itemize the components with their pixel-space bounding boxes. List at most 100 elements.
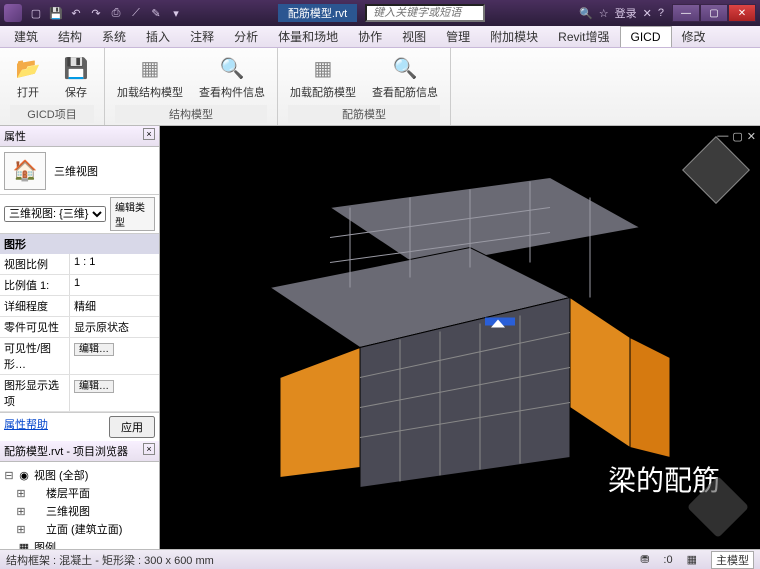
subscription-icon[interactable]: ☆ xyxy=(599,7,609,20)
browser-title: 配筋模型.rvt - 项目浏览器 xyxy=(4,443,128,459)
properties-help-link[interactable]: 属性帮助 xyxy=(4,416,48,438)
ribbon-label: 查看构件信息 xyxy=(199,84,265,100)
tree-label: 楼层平面 xyxy=(46,485,90,501)
ribbon-label: 查看配筋信息 xyxy=(372,84,438,100)
status-selection: 结构框架 : 混凝土 - 矩形梁 : 300 x 600 mm xyxy=(6,552,214,568)
prop-value[interactable]: 显示原状态 xyxy=(70,317,159,337)
properties-preview[interactable]: 🏠 三维视图 xyxy=(0,147,159,195)
qat-print-icon[interactable]: ⎙ xyxy=(108,5,124,21)
ribbon-icon: ▦ xyxy=(134,54,166,82)
tab-modify[interactable]: 修改 xyxy=(672,25,716,48)
qat-undo-icon[interactable]: ↶ xyxy=(68,5,84,21)
tree-twisty-icon[interactable]: ⊞ xyxy=(16,505,26,518)
tree-item[interactable]: ⊞立面 (建筑立面) xyxy=(4,520,155,538)
login-link[interactable]: 登录 xyxy=(615,5,637,21)
prop-value[interactable]: 精细 xyxy=(70,296,159,316)
status-model-selector[interactable]: 主模型 xyxy=(711,551,754,569)
property-row[interactable]: 可见性/图形…编辑… xyxy=(0,338,159,375)
prop-value[interactable]: 1 : 1 xyxy=(70,254,159,274)
property-row[interactable]: 图形显示选项编辑… xyxy=(0,375,159,412)
tab-structure[interactable]: 结构 xyxy=(48,25,92,48)
building-model[interactable] xyxy=(210,166,710,489)
prop-value[interactable]: 编辑… xyxy=(70,338,159,374)
qat-save-icon[interactable]: 💾 xyxy=(48,5,64,21)
vp-close-icon[interactable]: ✕ xyxy=(747,130,756,143)
qat-redo-icon[interactable]: ↷ xyxy=(88,5,104,21)
properties-title: 属性 xyxy=(4,128,26,144)
tab-collaborate[interactable]: 协作 xyxy=(348,25,392,48)
status-count: :0 xyxy=(663,554,672,566)
tree-label: 三维视图 xyxy=(46,503,90,519)
status-filter-icon[interactable]: ⛃ xyxy=(640,553,649,566)
prop-key: 比例值 1: xyxy=(0,275,70,295)
property-row[interactable]: 视图比例1 : 1 xyxy=(0,254,159,275)
prop-section-graphics: 图形 xyxy=(0,234,159,254)
ribbon-button[interactable]: 💾保存 xyxy=(58,52,94,102)
ribbon-group-label: 结构模型 xyxy=(115,105,267,123)
close-button[interactable]: ✕ xyxy=(728,4,756,22)
tree-twisty-icon[interactable]: ⊞ xyxy=(16,487,26,500)
browser-close-icon[interactable]: × xyxy=(143,443,155,455)
tree-twisty-icon[interactable]: ⊞ xyxy=(16,523,26,536)
prop-value[interactable]: 1 xyxy=(70,275,159,295)
apply-button[interactable]: 应用 xyxy=(109,416,155,438)
tab-gicd[interactable]: GICD xyxy=(620,26,672,47)
property-row[interactable]: 详细程度精细 xyxy=(0,296,159,317)
tab-view[interactable]: 视图 xyxy=(392,25,436,48)
tree-item[interactable]: ⊟◉视图 (全部) xyxy=(4,466,155,484)
search-go-icon[interactable]: 🔍 xyxy=(579,7,593,20)
ribbon-button[interactable]: 🔍查看配筋信息 xyxy=(370,52,440,102)
tab-systems[interactable]: 系统 xyxy=(92,25,136,48)
tab-annotate[interactable]: 注释 xyxy=(180,25,224,48)
tab-analyze[interactable]: 分析 xyxy=(224,25,268,48)
view-selector[interactable]: 三维视图: {三维} xyxy=(4,206,106,222)
tree-twisty-icon[interactable]: ⊟ xyxy=(4,469,14,482)
exchange-icon[interactable]: ✕ xyxy=(643,7,652,20)
ribbon-button[interactable]: 🔍查看构件信息 xyxy=(197,52,267,102)
edit-type-button[interactable]: 编辑类型 xyxy=(110,197,155,231)
ribbon-label: 加载结构模型 xyxy=(117,84,183,100)
viewport-controls: — ▢ ✕ xyxy=(717,130,756,143)
prop-value[interactable]: 编辑… xyxy=(70,375,159,411)
tree-label: 视图 (全部) xyxy=(34,467,88,483)
window-controls: — ▢ ✕ xyxy=(672,4,756,22)
maximize-button[interactable]: ▢ xyxy=(700,4,728,22)
prop-key: 图形显示选项 xyxy=(0,375,70,411)
ribbon-group-label: GICD项目 xyxy=(10,105,94,123)
qat-dropdown-icon[interactable]: ▾ xyxy=(168,5,184,21)
minimize-button[interactable]: — xyxy=(672,4,700,22)
preview-label: 三维视图 xyxy=(54,163,98,179)
qat-sync-icon[interactable]: ✎ xyxy=(148,5,164,21)
tree-label: 图例 xyxy=(34,539,56,549)
document-title: 配筋模型.rvt xyxy=(278,4,357,22)
tree-node-icon: ◉ xyxy=(17,469,31,482)
tree-item[interactable]: ⊞ 三维视图 xyxy=(4,502,155,520)
ribbon-group: 📂打开 💾保存 GICD项目 xyxy=(0,48,105,125)
ribbon: 📂打开 💾保存 GICD项目 ▦ 加载结构模型 🔍查看构件信息结构模型 ▦加载配筋模型🔍查看… xyxy=(0,48,760,126)
tree-node-icon: ▦ xyxy=(17,541,31,550)
properties-close-icon[interactable]: × xyxy=(143,128,155,140)
help-icon[interactable]: ? xyxy=(658,7,664,19)
property-row[interactable]: 零件可见性显示原状态 xyxy=(0,317,159,338)
tab-revit-enhance[interactable]: Revit增强 xyxy=(548,25,619,48)
qat-open-icon[interactable]: ▢ xyxy=(28,5,44,21)
property-row[interactable]: 比例值 1:1 xyxy=(0,275,159,296)
tree-item[interactable]: ▦图例 xyxy=(4,538,155,549)
viewport-3d[interactable]: — ▢ ✕ xyxy=(160,126,760,549)
ribbon-button[interactable]: 📂打开 xyxy=(10,52,46,102)
tab-insert[interactable]: 插入 xyxy=(136,25,180,48)
tab-manage[interactable]: 管理 xyxy=(436,25,480,48)
ribbon-button[interactable]: ▦加载配筋模型 xyxy=(288,52,358,102)
app-logo-icon[interactable] xyxy=(4,4,22,22)
tab-addins[interactable]: 附加模块 xyxy=(480,25,548,48)
ribbon-label: 加载配筋模型 xyxy=(290,84,356,100)
tree-item[interactable]: ⊞ 楼层平面 xyxy=(4,484,155,502)
tab-architecture[interactable]: 建筑 xyxy=(4,25,48,48)
vp-maximize-icon[interactable]: ▢ xyxy=(732,130,742,143)
ribbon-button[interactable]: ▦ 加载结构模型 xyxy=(115,52,185,102)
status-workset-icon[interactable]: ▦ xyxy=(687,553,697,566)
qat-measure-icon[interactable]: ⟋ xyxy=(128,5,144,21)
tab-massing[interactable]: 体量和场地 xyxy=(268,25,348,48)
search-input[interactable] xyxy=(365,4,485,22)
project-browser[interactable]: ⊟◉视图 (全部)⊞楼层平面⊞三维视图⊞立面 (建筑立面)▦图例⊞▤明细表/数量… xyxy=(0,462,159,549)
